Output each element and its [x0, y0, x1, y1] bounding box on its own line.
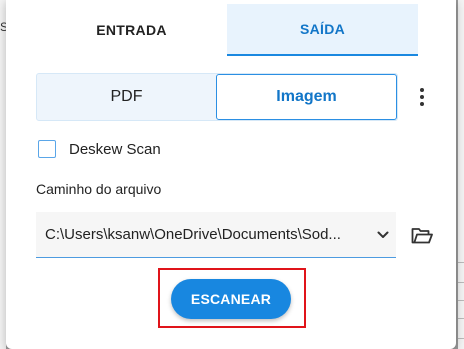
file-path-label: Caminho do arquivo [36, 181, 162, 197]
file-path-value: C:\Users\ksanw\OneDrive\Documents\Sod... [45, 226, 341, 243]
background-window-right [458, 0, 464, 349]
deskew-label: Deskew Scan [69, 140, 161, 158]
more-vertical-icon[interactable] [413, 84, 431, 110]
folder-open-icon[interactable] [410, 224, 434, 248]
deskew-scan-option[interactable]: Deskew Scan [38, 140, 161, 158]
file-path-select[interactable]: C:\Users\ksanw\OneDrive\Documents\Sod... [36, 212, 396, 258]
scan-settings-dialog: ENTRADA SAÍDA PDF Imagem Deskew Scan Cam… [6, 0, 456, 349]
deskew-checkbox[interactable] [38, 140, 56, 158]
chevron-down-icon[interactable] [370, 231, 396, 239]
output-format-toggle: PDF Imagem [36, 73, 398, 121]
tab-bar: ENTRADA SAÍDA [36, 4, 418, 56]
format-imagem-button[interactable]: Imagem [216, 74, 397, 120]
format-pdf-button[interactable]: PDF [37, 74, 216, 120]
tab-saida[interactable]: SAÍDA [227, 4, 418, 56]
scan-button[interactable]: ESCANEAR [171, 279, 291, 319]
tab-entrada[interactable]: ENTRADA [36, 4, 227, 56]
